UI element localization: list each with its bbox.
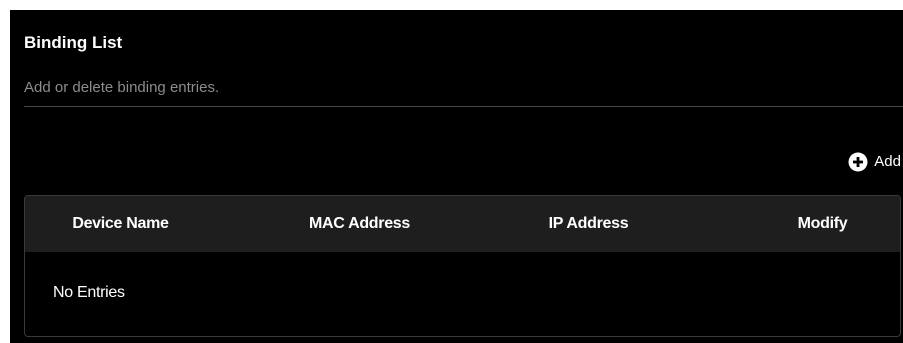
binding-list-panel: Binding List Add or delete binding entri… [10, 10, 903, 343]
add-button-label: Add [874, 153, 901, 170]
column-header-ip-address: IP Address [548, 215, 629, 232]
plus-circle-icon [848, 152, 868, 172]
column-header-modify: Modify [797, 215, 848, 232]
add-button[interactable]: Add [848, 152, 901, 172]
table-header: Device Name MAC Address IP Address Modif… [25, 196, 900, 252]
binding-table: Device Name MAC Address IP Address Modif… [24, 195, 901, 337]
section-divider [24, 106, 903, 107]
table-body: No Entries [25, 252, 900, 336]
section-description: Add or delete binding entries. [24, 79, 220, 96]
column-header-device-name: Device Name [72, 215, 169, 232]
empty-table-message: No Entries [53, 284, 125, 301]
section-title: Binding List [24, 33, 123, 52]
column-header-mac-address: MAC Address [308, 215, 410, 232]
